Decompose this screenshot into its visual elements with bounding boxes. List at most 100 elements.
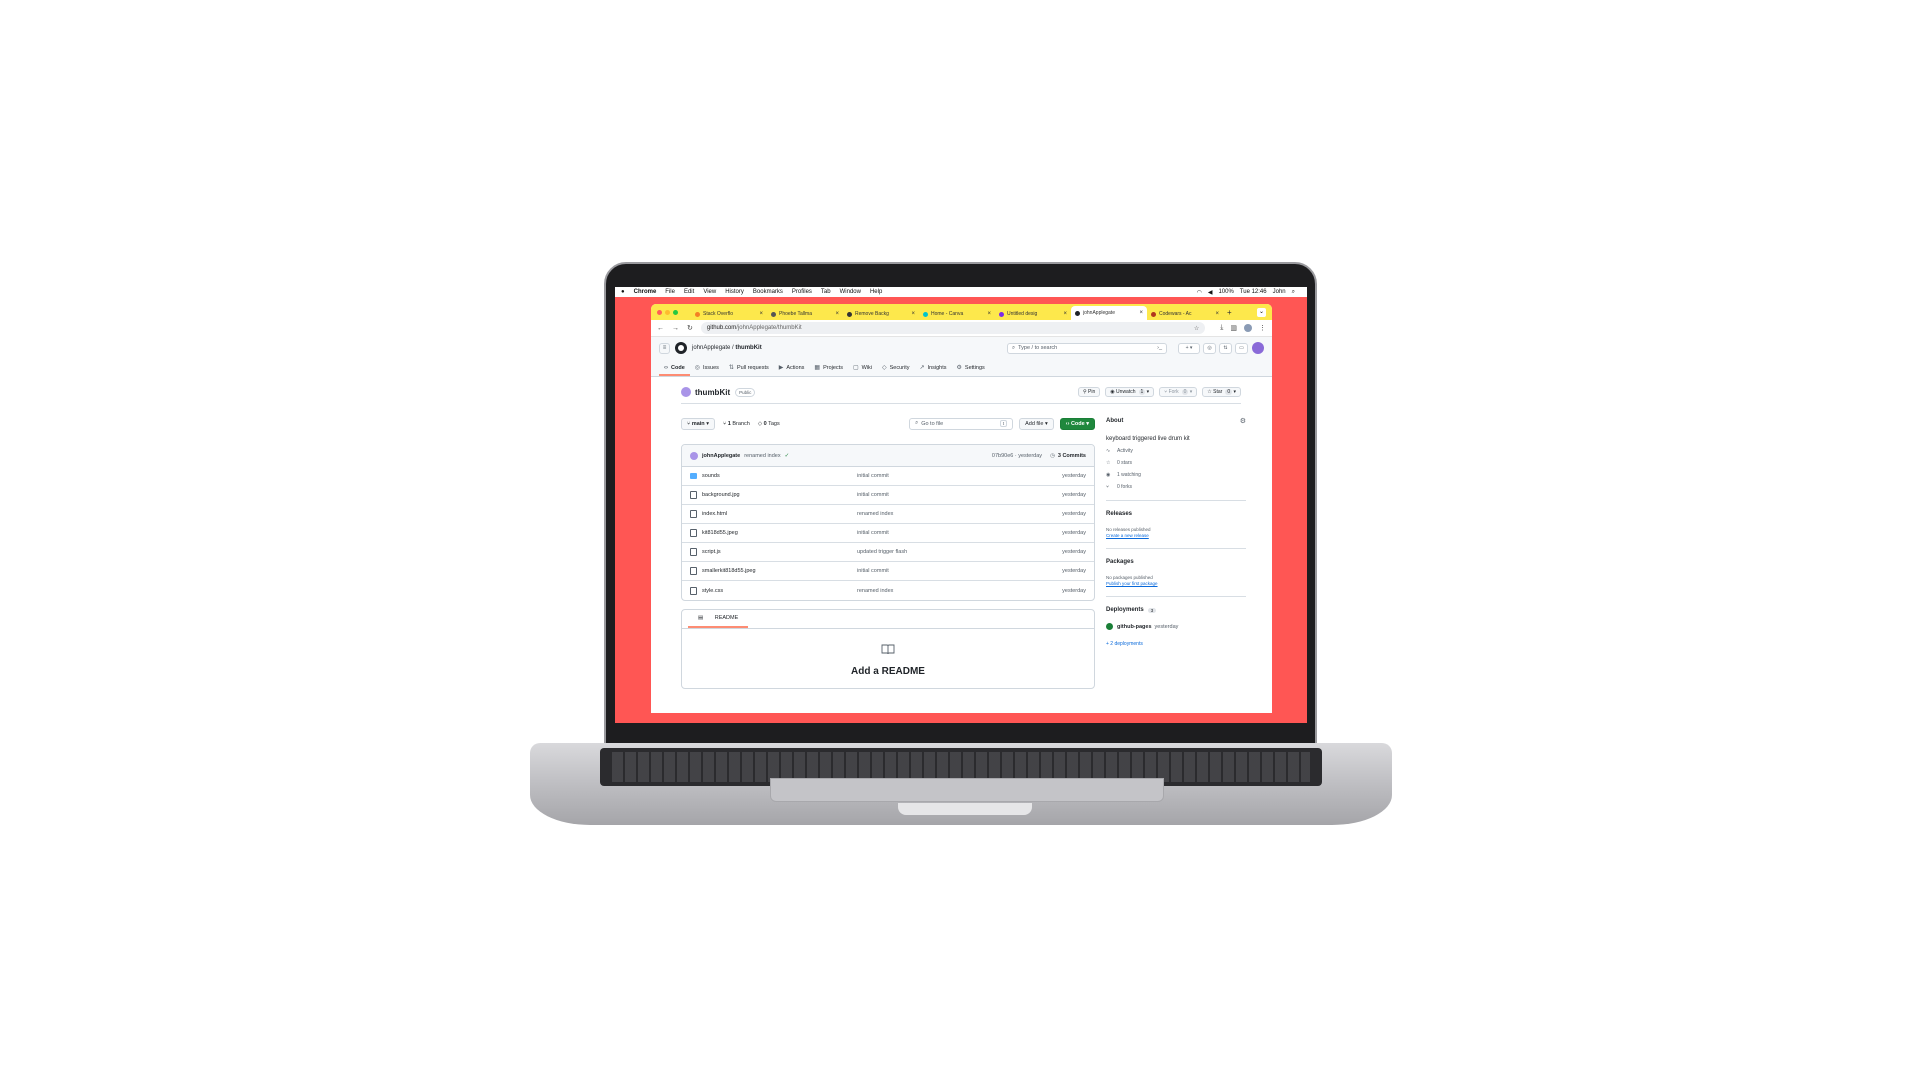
close-window-button[interactable]	[657, 309, 662, 315]
browser-tab[interactable]: Stack Overflo ×	[691, 308, 767, 320]
commit-hash-time[interactable]: 07b90e6 · yesterday	[992, 453, 1042, 459]
file-commit-message[interactable]: renamed index	[857, 588, 1062, 594]
breadcrumb-repo[interactable]: thumbKit	[735, 345, 761, 351]
fork-button[interactable]: ⑂ Fork 0 ▾	[1159, 387, 1198, 397]
wifi-icon[interactable]: ◠	[1197, 289, 1202, 296]
github-search-input[interactable]: ⌕ Type / to search ›_	[1007, 342, 1167, 354]
file-commit-message[interactable]: updated trigger flash	[857, 549, 1062, 555]
commit-message[interactable]: renamed index	[744, 453, 780, 459]
check-icon[interactable]: ✓	[785, 453, 790, 459]
inbox-icon[interactable]: ▭	[1235, 342, 1248, 354]
menu-edit[interactable]: Edit	[684, 289, 694, 295]
github-logo-icon[interactable]	[675, 342, 687, 354]
minimize-window-button[interactable]	[665, 309, 670, 315]
readme-tab[interactable]: ▤ README	[688, 615, 749, 628]
close-tab-icon[interactable]: ×	[987, 311, 991, 317]
add-file-button[interactable]: Add file ▾	[1019, 417, 1054, 430]
file-name-link[interactable]: style.css	[702, 588, 857, 594]
browser-tab[interactable]: Remove Backg ×	[843, 308, 919, 320]
repo-name[interactable]: thumbKit	[695, 388, 730, 397]
tab-wiki[interactable]: ▢ Wiki	[848, 364, 877, 376]
branch-select-button[interactable]: ⑂ main ▾	[681, 417, 715, 430]
gear-icon[interactable]: ⚙	[1240, 417, 1246, 425]
menu-file[interactable]: File	[665, 289, 675, 295]
packages-heading[interactable]: Packages	[1106, 559, 1246, 565]
tab-code[interactable]: ‹› Code	[659, 365, 690, 376]
file-name-link[interactable]: index.html	[702, 511, 857, 517]
menu-clock[interactable]: Tue 12:46	[1240, 289, 1267, 296]
forks-link[interactable]: ⑂ 0 forks	[1106, 484, 1246, 490]
file-name-link[interactable]: script.js	[702, 549, 857, 555]
close-tab-icon[interactable]: ×	[1063, 311, 1067, 317]
file-commit-message[interactable]: renamed index	[857, 511, 1062, 517]
close-tab-icon[interactable]: ×	[835, 311, 839, 317]
code-button[interactable]: ‹› Code ▾	[1059, 417, 1095, 430]
forward-button[interactable]: →	[672, 325, 679, 332]
reload-button[interactable]: ↻	[687, 324, 693, 332]
hamburger-menu-icon[interactable]: ≡	[659, 342, 670, 354]
file-name-link[interactable]: kit818d55.jpeg	[702, 530, 857, 536]
issues-icon[interactable]: ◎	[1203, 342, 1216, 354]
address-bar[interactable]: github.com/johnApplegate/thumbKit ☆	[700, 322, 1206, 334]
activity-link[interactable]: ∿ Activity	[1106, 448, 1246, 454]
back-button[interactable]: ←	[657, 325, 664, 332]
browser-tab[interactable]: Untitled desig ×	[995, 308, 1071, 320]
file-name-link[interactable]: smallerkit818d55.jpeg	[702, 568, 857, 574]
pin-button[interactable]: ⚲ Pin	[1077, 387, 1101, 397]
tab-security[interactable]: ◇ Security	[877, 364, 915, 376]
unwatch-button[interactable]: ◉ Unwatch 1 ▾	[1105, 387, 1155, 397]
sidepanel-icon[interactable]: ▥	[1230, 324, 1237, 332]
breadcrumb-owner[interactable]: johnApplegate	[692, 345, 730, 351]
menu-help[interactable]: Help	[870, 289, 882, 295]
tab-actions[interactable]: ▶ Actions	[774, 364, 810, 376]
menu-profiles[interactable]: Profiles	[792, 289, 812, 295]
menu-user[interactable]: John	[1273, 289, 1286, 296]
commits-link[interactable]: 3 Commits	[1058, 453, 1086, 459]
deployments-heading[interactable]: Deployments 3	[1106, 607, 1246, 613]
file-name-link[interactable]: background.jpg	[702, 492, 857, 498]
branches-link[interactable]: ⑂ 1 Branch	[723, 421, 750, 427]
create-new-button[interactable]: + ▾	[1178, 342, 1200, 354]
close-tab-icon[interactable]: ×	[1139, 310, 1143, 316]
tab-settings[interactable]: ⚙ Settings	[952, 364, 990, 376]
stars-link[interactable]: ☆ 0 stars	[1106, 460, 1246, 466]
tags-link[interactable]: ◇ 0 Tags	[758, 421, 780, 427]
publish-package-link[interactable]: Publish your first package	[1106, 581, 1246, 586]
new-tab-button[interactable]: +	[1227, 308, 1232, 317]
command-palette-icon[interactable]: ›_	[1157, 345, 1162, 351]
zoom-window-button[interactable]	[673, 309, 678, 315]
star-bookmark-icon[interactable]: ☆	[1194, 325, 1199, 332]
close-tab-icon[interactable]: ×	[911, 311, 915, 317]
file-commit-message[interactable]: initial commit	[857, 492, 1062, 498]
browser-tab[interactable]: Codewars - Ac ×	[1147, 308, 1223, 320]
create-release-link[interactable]: Create a new release	[1106, 533, 1246, 538]
tab-issues[interactable]: ◎ Issues	[690, 364, 724, 376]
star-button[interactable]: ☆ Star 0 ▾	[1202, 387, 1241, 397]
file-commit-message[interactable]: initial commit	[857, 568, 1062, 574]
user-avatar[interactable]	[1252, 342, 1264, 354]
file-commit-message[interactable]: initial commit	[857, 530, 1062, 536]
menu-history[interactable]: History	[725, 289, 744, 295]
watching-link[interactable]: ◉ 1 watching	[1106, 472, 1246, 478]
file-name-link[interactable]: sounds	[702, 473, 857, 479]
menu-app-name[interactable]: Chrome	[634, 289, 657, 295]
search-icon[interactable]: ⌕	[1292, 289, 1295, 296]
deployment-item[interactable]: github-pages yesterday	[1106, 623, 1246, 630]
file-commit-message[interactable]: initial commit	[857, 473, 1062, 479]
battery-percent[interactable]: 100%	[1218, 289, 1233, 296]
menu-window[interactable]: Window	[840, 289, 861, 295]
profile-avatar[interactable]	[1244, 324, 1252, 332]
go-to-file-input[interactable]: ⌕ Go to file t	[909, 417, 1014, 430]
browser-tab[interactable]: johnApplegate ×	[1071, 306, 1147, 320]
more-deployments-link[interactable]: + 2 deployments	[1106, 641, 1246, 647]
menu-bookmarks[interactable]: Bookmarks	[753, 289, 783, 295]
close-tab-icon[interactable]: ×	[759, 311, 763, 317]
pull-requests-icon[interactable]: ⇅	[1219, 342, 1232, 354]
volume-icon[interactable]: ◀	[1208, 289, 1213, 296]
browser-tab[interactable]: Home - Canva ×	[919, 308, 995, 320]
menu-view[interactable]: View	[703, 289, 716, 295]
menu-tab[interactable]: Tab	[821, 289, 831, 295]
tab-insights[interactable]: ↗ Insights	[915, 364, 952, 376]
tab-projects[interactable]: ▦ Projects	[809, 364, 848, 376]
tab-search-button[interactable]: ⌄	[1257, 307, 1266, 317]
